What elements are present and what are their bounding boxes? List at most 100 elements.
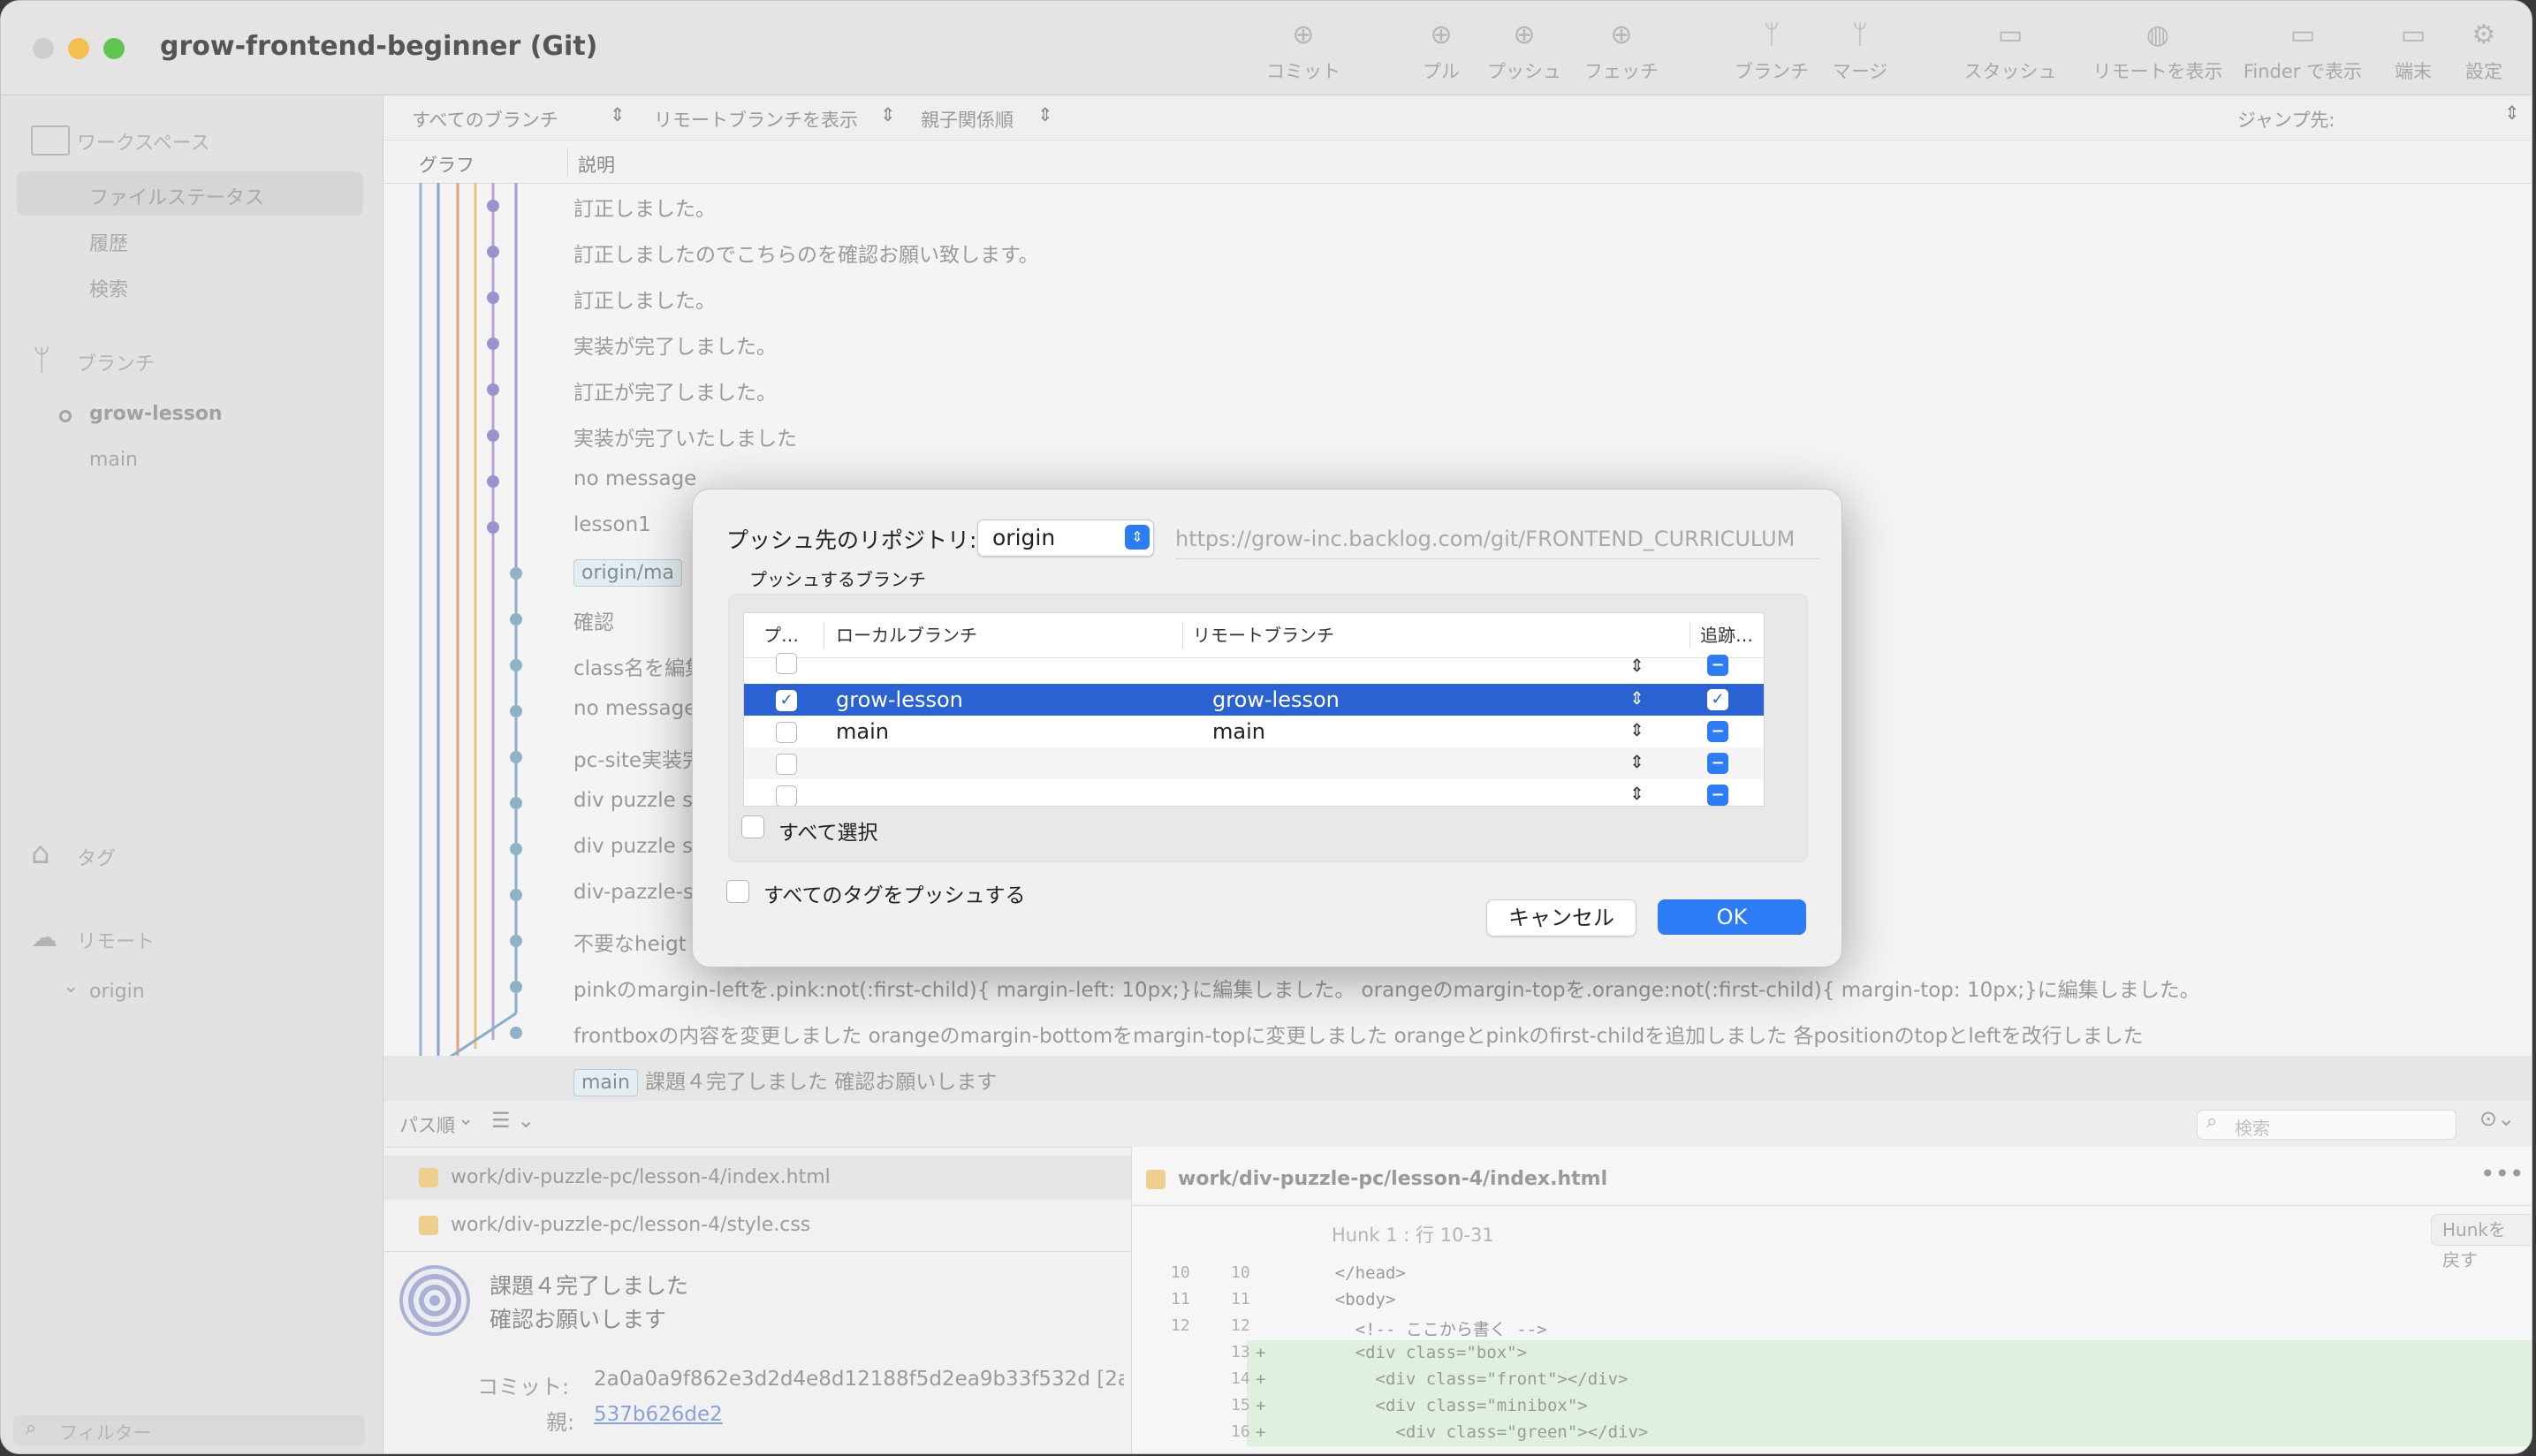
line-number: 13 (1231, 1343, 1250, 1361)
commit-description: main 課題４完了しました 確認お願いします (573, 1065, 997, 1096)
divider (383, 1251, 1131, 1252)
branch-row[interactable]: ⇕ − (744, 779, 1764, 806)
line-number: 14 (1231, 1369, 1250, 1388)
repository-url-field[interactable]: https://grow-inc.backlog.com/git/FRONTEN… (1175, 519, 1820, 559)
more-options-icon[interactable]: ••• (2480, 1159, 2525, 1188)
push-branch-checkbox[interactable] (776, 722, 797, 743)
commit-row[interactable]: main 課題４完了しました 確認お願いします (383, 1056, 2532, 1102)
select-arrows-icon[interactable]: ⇕ (1629, 783, 1644, 804)
local-branch-cell: main (836, 719, 889, 744)
close-window-button[interactable] (33, 38, 54, 59)
commit-row[interactable]: 訂正しました。 (383, 183, 2532, 229)
commit-row[interactable]: 実装が完了いたしました (383, 413, 2532, 459)
select-arrows-icon[interactable]: ⇕ (1629, 751, 1644, 772)
toolbar-settings-button[interactable]: ⚙ 設定 (2440, 20, 2528, 84)
track-mixed-checkbox[interactable]: − (1707, 721, 1728, 742)
commit-description: 訂正しましたのでこちらのを確認お願い致します。 (573, 238, 1039, 268)
commit-message: 不要なheigt (573, 933, 687, 956)
push-column-header[interactable]: プ… (763, 613, 799, 657)
chevron-down-icon[interactable]: ⌄ (63, 975, 79, 997)
commit-message: pc-site実装完 (573, 749, 703, 772)
remote-branch-cell[interactable]: main (1212, 719, 1265, 744)
commit-row[interactable]: pinkのmargin-leftを.pink:not(:first-child)… (383, 964, 2532, 1010)
line-number: 15 (1231, 1396, 1250, 1414)
sidebar-item-search[interactable]: 検索 (89, 274, 128, 302)
description-column-header[interactable]: 説明 (578, 151, 615, 178)
sidebar: ワークスペース ファイルステータス 履歴 検索 ᛘ ブランチ grow-less… (1, 95, 383, 1453)
commit-row[interactable]: 訂正が完了しました。 (383, 367, 2532, 413)
cancel-button[interactable]: キャンセル (1486, 899, 1636, 937)
diff-code: <body> (1295, 1290, 1396, 1309)
commit-message: class名を編集 (573, 657, 706, 680)
jump-to-label[interactable]: ジャンプ先: (2237, 106, 2335, 133)
push-branch-checkbox[interactable] (776, 653, 797, 674)
sidebar-remotes-header: リモート (77, 931, 156, 953)
select-arrows-icon[interactable]: ⇕ (1629, 719, 1644, 740)
file-item[interactable]: work/div-puzzle-pc/lesson-4/style.css (419, 1214, 810, 1236)
chevron-down-icon: ⌄ (458, 1108, 475, 1130)
commit-message: pinkのmargin-leftを.pink:not(:first-child)… (573, 979, 2200, 1002)
file-search-input[interactable]: ⌕ 検索 (2197, 1110, 2456, 1140)
list-view-icon[interactable]: ☰ ⌄ (491, 1108, 535, 1133)
more-options-icon[interactable]: ⊙⌄ (2479, 1106, 2515, 1131)
branches-filter-select[interactable]: すべてのブランチ (412, 106, 558, 133)
commit-description: pinkのmargin-leftを.pink:not(:first-child)… (573, 973, 2200, 1003)
sidebar-filter-input[interactable]: ⌕ フィルター (13, 1415, 365, 1445)
sidebar-item-history[interactable]: 履歴 (89, 228, 128, 256)
toolbar-push-button[interactable]: ⊕ プッシュ (1471, 20, 1577, 84)
track-mixed-checkbox[interactable]: − (1707, 753, 1728, 774)
select-arrows-icon[interactable]: ⇕ (1629, 687, 1644, 709)
branch-row[interactable]: ✓ grow-lesson grow-lesson ⇕ ✓ (744, 684, 1764, 716)
commit-row[interactable]: 訂正しましたのでこちらのを確認お願い致します。 (383, 229, 2532, 275)
toolbar-stash-button[interactable]: ▭ スタッシュ (1957, 20, 2063, 84)
parent-label: 親: (546, 1410, 575, 1435)
graph-column-header[interactable]: グラフ (419, 151, 475, 178)
commit-row[interactable]: frontboxの内容を変更しました orangeのmargin-bottomを… (383, 1010, 2532, 1056)
local-branch-column-header[interactable]: ローカルブランチ (836, 613, 977, 657)
line-number: 10 (1231, 1263, 1250, 1282)
push-branch-checkbox[interactable]: ✓ (776, 690, 797, 711)
finder-icon: ▭ (2289, 19, 2316, 50)
branch-row[interactable]: ⇕ − (744, 747, 1764, 779)
track-column-header[interactable]: 追跡… (1700, 613, 1753, 657)
push-branch-checkbox[interactable] (776, 754, 797, 775)
branch-row[interactable]: ⇕ − (744, 653, 1764, 678)
select-arrows-icon[interactable]: ⇕ (1629, 655, 1644, 676)
remote-filter-select[interactable]: リモートブランチを表示 (654, 106, 858, 133)
file-item[interactable]: work/div-puzzle-pc/lesson-4/index.html (419, 1166, 831, 1188)
toolbar-label: リモートを表示 (2092, 61, 2223, 82)
remote-branch-column-header[interactable]: リモートブランチ (1193, 613, 1334, 657)
ok-button[interactable]: OK (1658, 899, 1806, 935)
track-mixed-checkbox[interactable]: − (1707, 655, 1728, 676)
push-all-tags-checkbox[interactable] (726, 880, 749, 903)
sort-select[interactable]: パス順 (399, 1111, 455, 1138)
sidebar-item-file-status[interactable]: ファイルステータス (89, 182, 264, 210)
globe-icon: ◍ (2145, 19, 2170, 50)
zoom-window-button[interactable] (103, 38, 125, 59)
branches-group-box: プ… ローカルブランチ リモートブランチ 追跡… ⇕ − ✓ grow-lesson g… (728, 594, 1808, 862)
toolbar-show-remote-button[interactable]: ◍ リモートを表示 (2092, 20, 2224, 84)
remote-branch-cell[interactable]: grow-lesson (1212, 687, 1340, 712)
sidebar-remote-origin[interactable]: origin (89, 981, 145, 1003)
diff-code: <div class="green"></div> (1295, 1422, 1649, 1442)
track-mixed-checkbox[interactable]: − (1707, 785, 1728, 806)
commit-row[interactable]: 訂正しました。 (383, 275, 2532, 321)
toolbar-fetch-button[interactable]: ⊕ フェッチ (1568, 20, 1674, 84)
sidebar-branch-grow-lesson[interactable]: grow-lesson (89, 403, 223, 425)
parent-hash-link[interactable]: 537b626de2 (594, 1403, 723, 1426)
diff-code: </head> (1295, 1263, 1406, 1283)
commit-row[interactable]: 実装が完了しました。 (383, 321, 2532, 367)
push-repository-select[interactable]: origin ⇕ (977, 519, 1154, 557)
sidebar-branch-main[interactable]: main (89, 449, 138, 471)
toolbar-commit-button[interactable]: ⊕ コミット (1250, 20, 1356, 84)
track-checked-checkbox[interactable]: ✓ (1707, 689, 1728, 710)
branch-row[interactable]: main main ⇕ − (744, 716, 1764, 747)
toolbar-finder-button[interactable]: ▭ Finder で表示 (2236, 20, 2369, 84)
push-branch-checkbox[interactable] (776, 785, 797, 806)
order-select[interactable]: 親子関係順 (921, 106, 1014, 133)
select-all-checkbox[interactable] (741, 815, 764, 838)
minimize-window-button[interactable] (68, 38, 89, 59)
toolbar-merge-button[interactable]: ᛘ マージ (1807, 20, 1913, 84)
commit-message: div puzzle s (573, 789, 694, 812)
revert-hunk-button[interactable]: Hunkを戻す (2431, 1214, 2532, 1270)
